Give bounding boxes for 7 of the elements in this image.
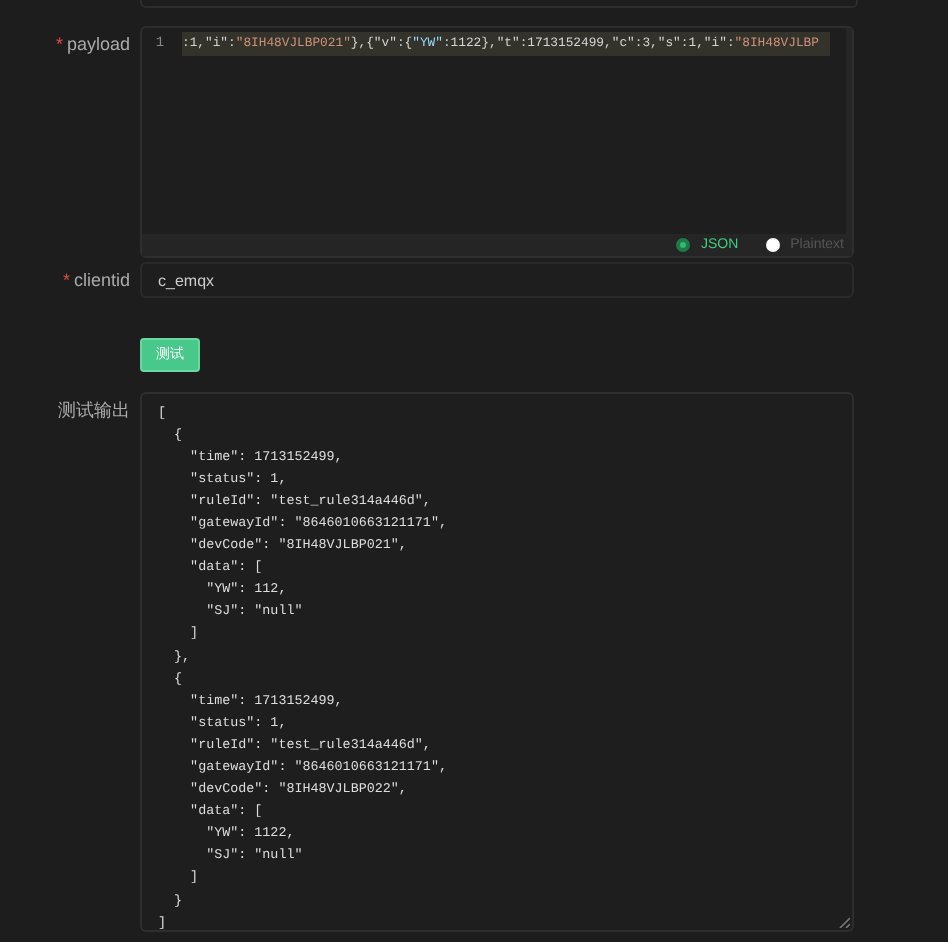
resize-handle-icon[interactable]	[838, 915, 850, 927]
required-mark: *	[62, 270, 70, 290]
field-label: payload	[66, 34, 130, 54]
field-label: clientid	[73, 270, 130, 290]
required-mark: *	[55, 34, 63, 54]
field-label: 测试输出	[56, 397, 132, 423]
clientid-field[interactable]: c_emqx	[140, 262, 854, 298]
